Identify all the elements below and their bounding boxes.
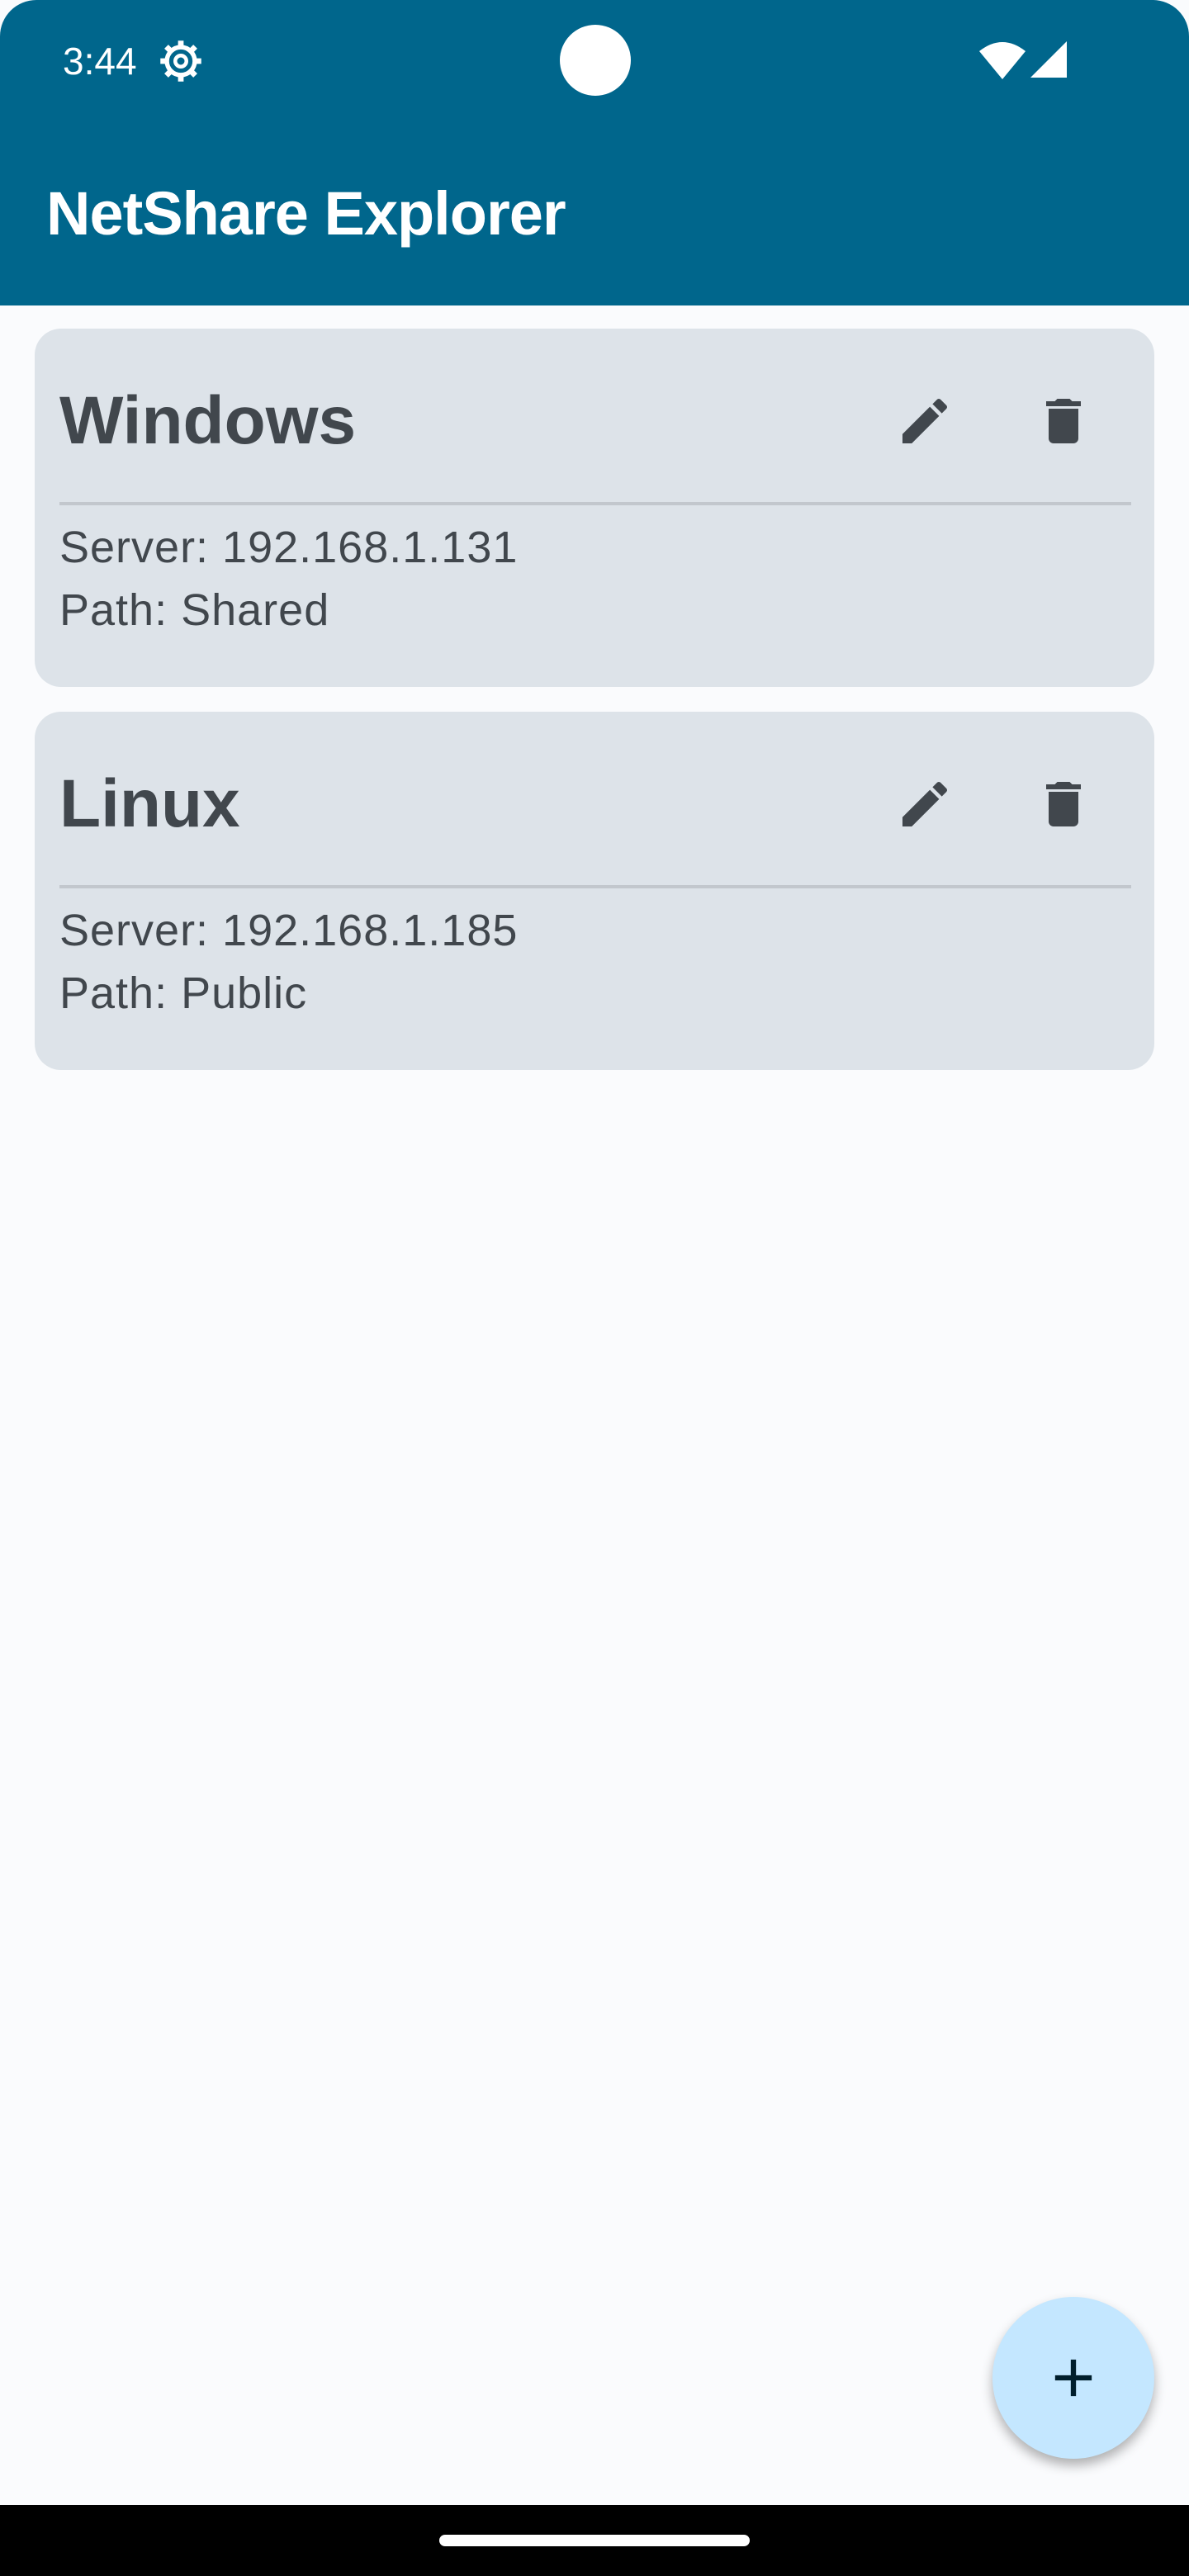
share-server: Server: 192.168.1.185: [59, 906, 519, 955]
wifi-icon: [979, 42, 1026, 79]
app-bar: 3:44 NetShare Explorer: [0, 0, 1189, 305]
page-title: NetShare Explorer: [46, 179, 566, 248]
cellular-signal-icon: [1030, 41, 1067, 78]
edit-icon: [902, 781, 948, 826]
home-gesture-handle[interactable]: [439, 2535, 750, 2546]
share-path: Path: Shared: [59, 585, 330, 635]
share-name: Windows: [59, 383, 357, 458]
card-divider: [59, 502, 1131, 505]
add-share-button[interactable]: [992, 2297, 1154, 2459]
gear-icon: [160, 40, 201, 82]
edit-icon: [902, 398, 948, 443]
delete-icon: [1046, 399, 1081, 443]
status-time: 3:44: [63, 40, 137, 83]
share-card-windows[interactable]: Windows Server: 192.168.1.131 Path: Shar…: [35, 329, 1154, 687]
delete-icon: [1046, 782, 1081, 826]
plus-icon: [1054, 2359, 1092, 2397]
camera-cutout: [560, 25, 631, 96]
share-path: Path: Public: [59, 968, 308, 1018]
delete-button[interactable]: [1024, 381, 1103, 461]
share-card-linux[interactable]: Linux Server: 192.168.1.185 Path: Public: [35, 712, 1154, 1070]
share-name: Linux: [59, 766, 240, 841]
edit-button[interactable]: [885, 765, 964, 844]
delete-button[interactable]: [1024, 765, 1103, 844]
edit-button[interactable]: [885, 381, 964, 461]
share-server: Server: 192.168.1.131: [59, 523, 519, 572]
card-divider: [59, 885, 1131, 888]
